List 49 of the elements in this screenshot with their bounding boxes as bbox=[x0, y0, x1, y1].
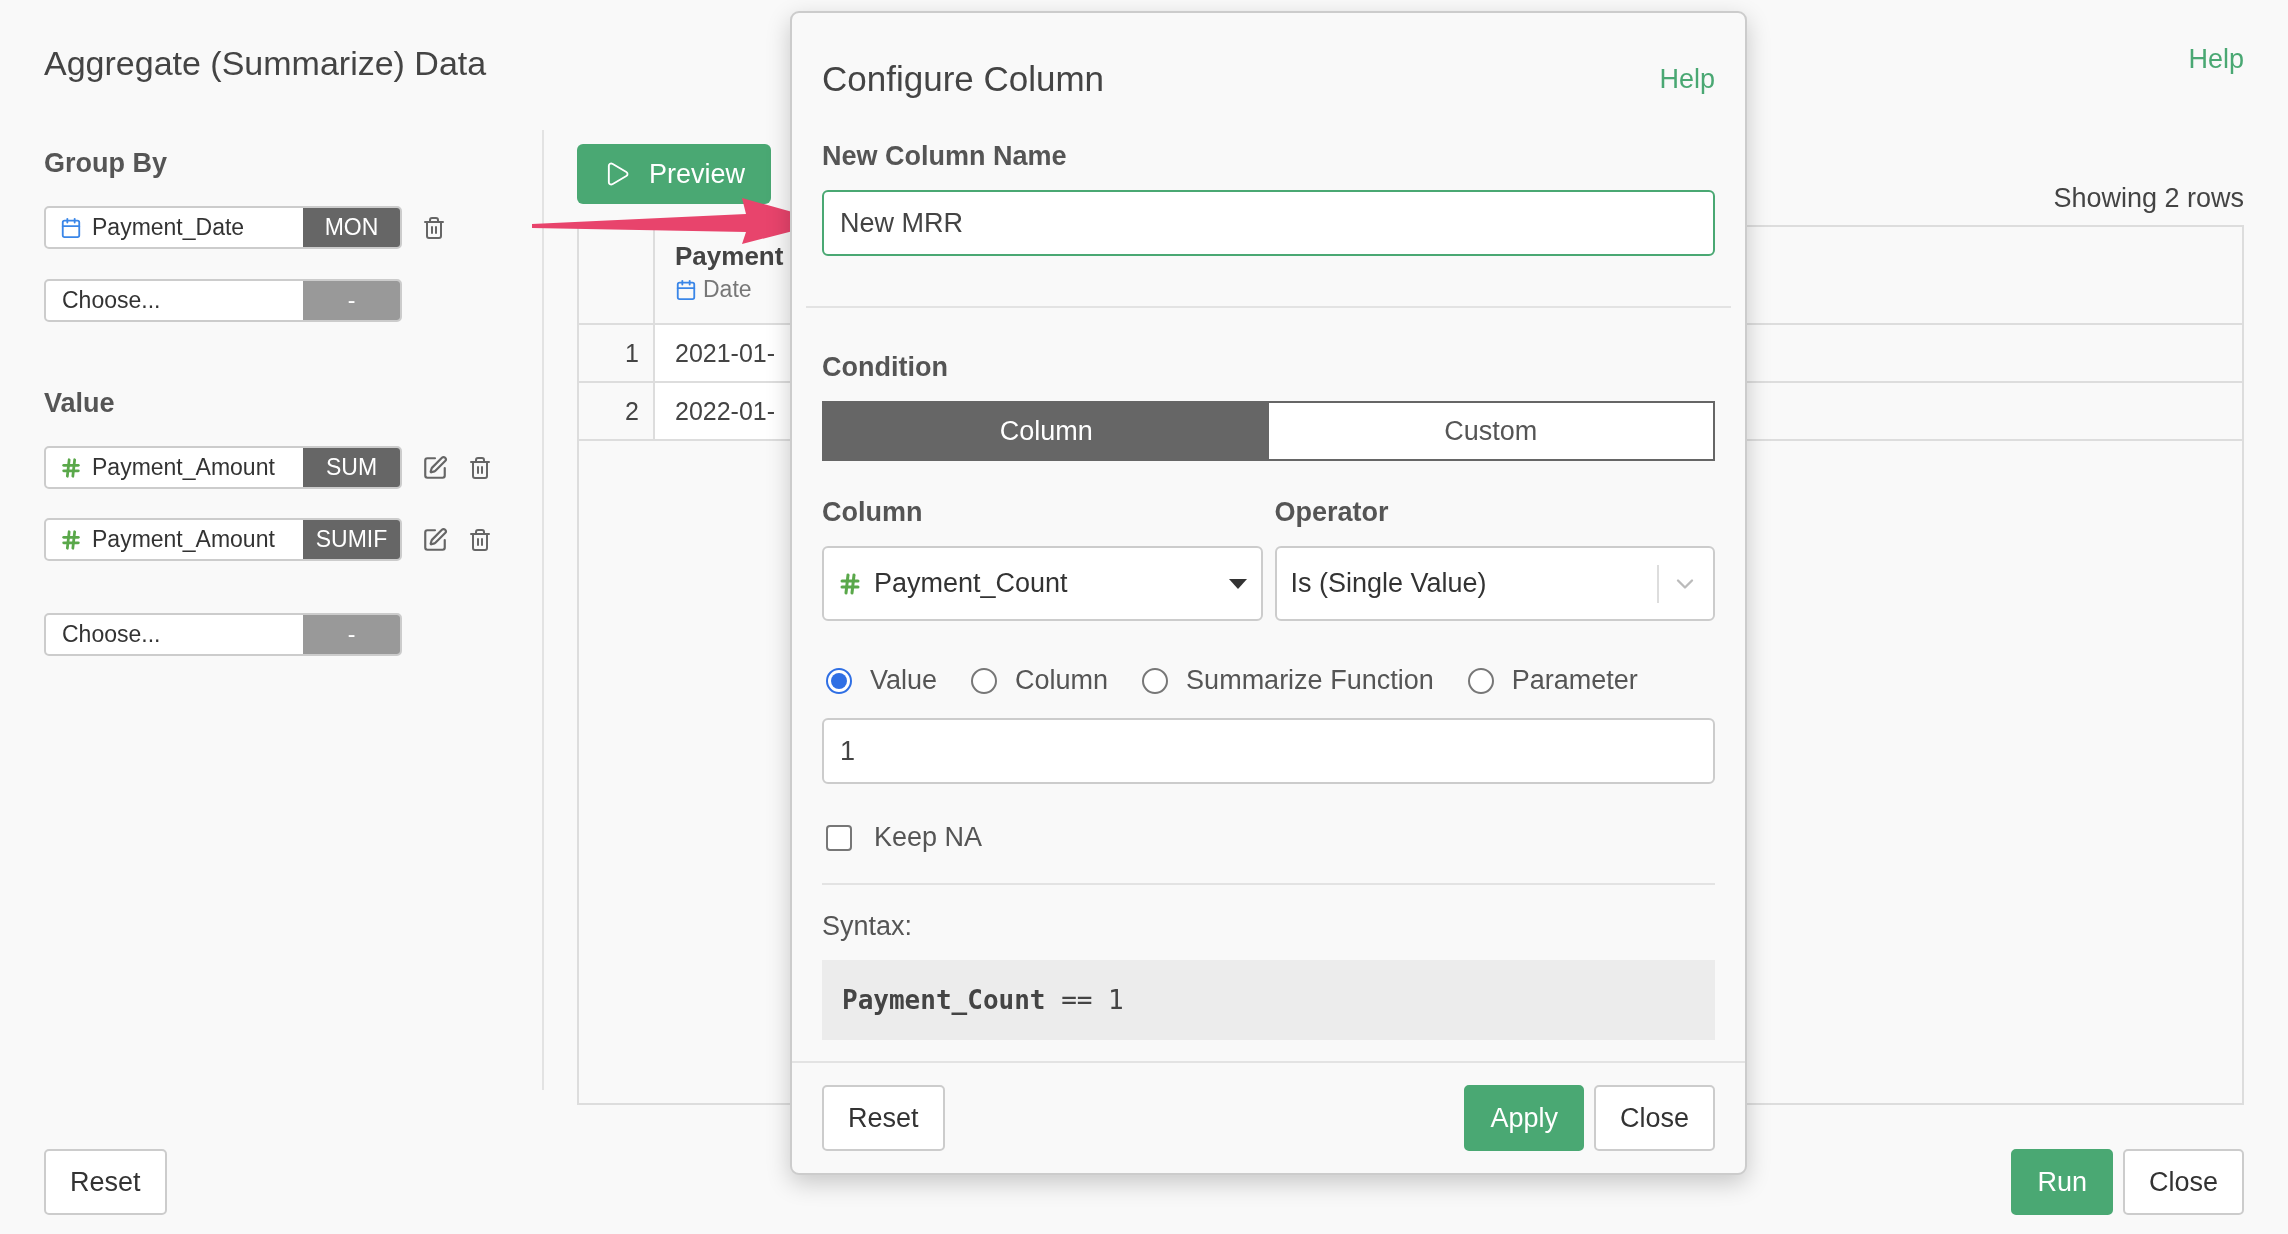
edit-icon[interactable] bbox=[422, 454, 448, 481]
trash-icon[interactable] bbox=[422, 215, 446, 240]
caret-icon bbox=[1228, 578, 1247, 589]
calendar-icon bbox=[675, 278, 697, 301]
page-title: Aggregate (Summarize) Data bbox=[44, 44, 487, 83]
field-label: Operator bbox=[1274, 497, 1390, 528]
radio-icon[interactable] bbox=[1467, 667, 1494, 694]
column-picker[interactable]: Payment_Amount SUMIF bbox=[44, 518, 402, 561]
reset-button[interactable]: Reset bbox=[44, 1149, 167, 1215]
row-count: Showing 2 rows bbox=[2053, 183, 2244, 214]
hash-icon bbox=[60, 456, 82, 479]
syntax-label: Syntax: bbox=[822, 911, 914, 942]
radio-icon[interactable] bbox=[971, 667, 998, 694]
column-type: Date bbox=[703, 276, 752, 303]
radio-option[interactable]: Parameter bbox=[1467, 665, 1638, 696]
checkbox-label: Keep NA bbox=[874, 822, 983, 853]
field-label: Condition bbox=[822, 352, 949, 383]
field-label: New Column Name bbox=[822, 141, 1068, 172]
column-select[interactable]: Payment_Count bbox=[822, 546, 1263, 621]
column-header: Payment bbox=[675, 241, 784, 272]
hash-icon bbox=[60, 528, 82, 551]
condition-tab[interactable]: Column bbox=[824, 403, 1269, 459]
radio-icon[interactable] bbox=[1142, 667, 1169, 694]
operator-select[interactable]: Is (Single Value) bbox=[1274, 546, 1715, 621]
field-label: Column bbox=[822, 497, 924, 528]
calendar-icon bbox=[60, 216, 82, 239]
column-picker[interactable]: Choose... - bbox=[44, 279, 402, 322]
close-button[interactable]: Close bbox=[1593, 1085, 1715, 1151]
radio-option[interactable]: Value bbox=[826, 665, 938, 696]
edit-icon[interactable] bbox=[422, 526, 448, 553]
trash-icon[interactable] bbox=[468, 455, 492, 480]
column-picker[interactable]: Payment_Date MON bbox=[44, 206, 402, 249]
radio-option[interactable]: Summarize Function bbox=[1142, 665, 1434, 696]
trash-icon[interactable] bbox=[468, 527, 492, 552]
radio-icon[interactable] bbox=[826, 667, 852, 694]
column-picker[interactable]: Payment_Amount SUM bbox=[44, 446, 402, 489]
value-input[interactable]: 1 bbox=[822, 718, 1715, 784]
checkbox[interactable] bbox=[826, 824, 852, 851]
section-label: Value bbox=[44, 388, 116, 419]
close-button[interactable]: Close bbox=[2122, 1149, 2244, 1215]
hash-icon bbox=[838, 571, 862, 596]
dialog-title: Configure Column bbox=[822, 59, 1105, 99]
condition-tab[interactable]: Custom bbox=[1268, 403, 1713, 459]
syntax-code: Payment_Count == 1 bbox=[822, 960, 1715, 1040]
reset-button[interactable]: Reset bbox=[822, 1085, 945, 1151]
radio-option[interactable]: Column bbox=[971, 665, 1109, 696]
section-label: Group By bbox=[44, 148, 168, 179]
column-name-input[interactable]: New MRR bbox=[822, 190, 1715, 256]
column-picker[interactable]: Choose... - bbox=[44, 613, 402, 656]
